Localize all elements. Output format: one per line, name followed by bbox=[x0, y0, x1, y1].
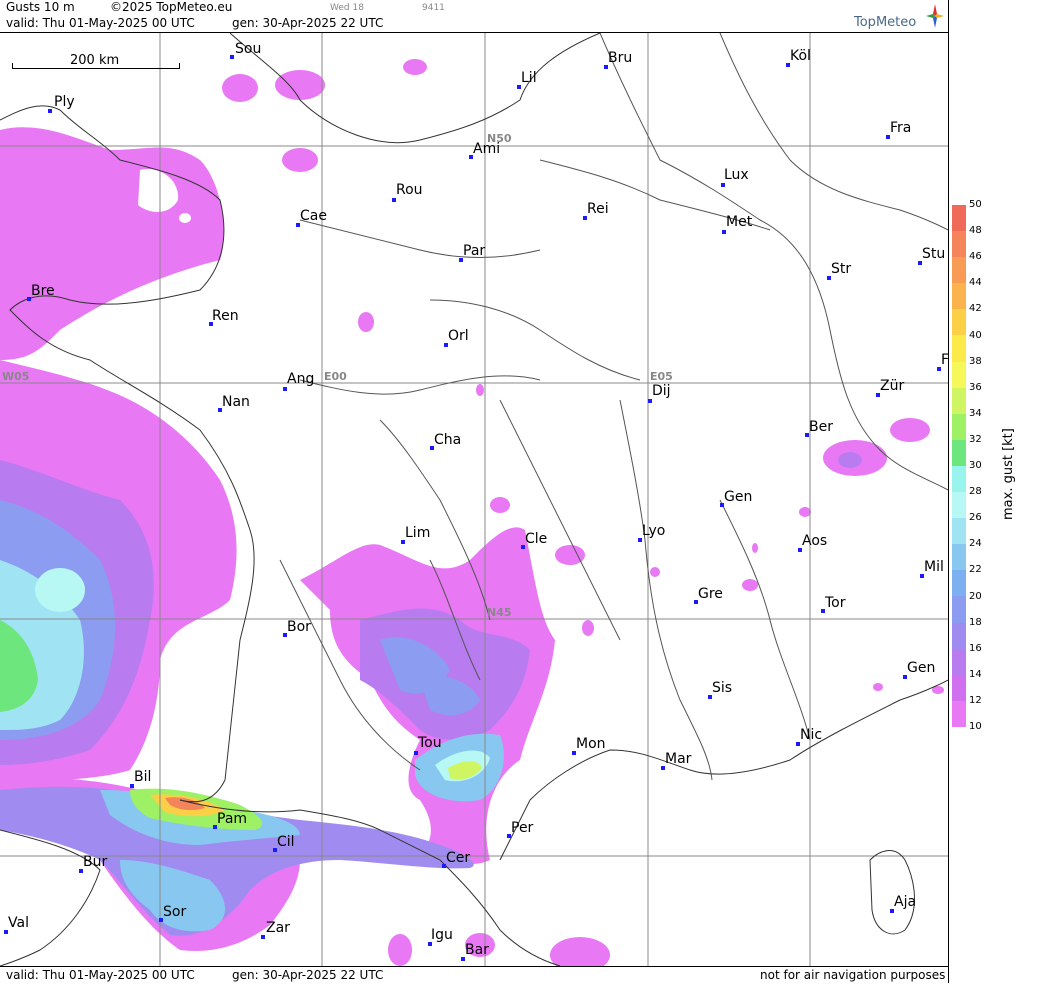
legend-tick-label: 40 bbox=[969, 329, 982, 341]
map-footer: valid: Thu 01-May-2025 00 UTC gen: 30-Ap… bbox=[0, 966, 948, 984]
map-header: Gusts 10 m ©2025 TopMeteo.eu valid: Thu … bbox=[0, 0, 948, 33]
legend-color-swatch bbox=[952, 309, 966, 336]
legend-color-swatch bbox=[952, 361, 966, 388]
valid-time: valid: Thu 01-May-2025 00 UTC bbox=[6, 16, 195, 30]
topmeteo-logo-icon bbox=[926, 4, 944, 28]
legend-tick-label: 12 bbox=[969, 694, 982, 706]
legend-color-swatch bbox=[952, 283, 966, 310]
footer-valid-time: valid: Thu 01-May-2025 00 UTC bbox=[6, 968, 195, 982]
legend-tick-label: 14 bbox=[969, 668, 982, 680]
legend-tick-label: 26 bbox=[969, 512, 982, 524]
legend-tick-label: 24 bbox=[969, 538, 982, 550]
legend-tick-label: 36 bbox=[969, 381, 982, 393]
legend-color-swatch bbox=[952, 700, 966, 727]
grid-label-w05: W05 bbox=[2, 370, 30, 383]
legend-color-swatch bbox=[952, 257, 966, 284]
scale-bar: 200 km bbox=[12, 53, 180, 69]
legend-color-swatch bbox=[952, 570, 966, 597]
legend-tick-label: 48 bbox=[969, 225, 982, 237]
legend-color-swatch bbox=[952, 439, 966, 466]
legend-title: max. gust [kt] bbox=[1001, 428, 1016, 520]
legend-tick-label: 38 bbox=[969, 355, 982, 367]
legend-tick-label: 20 bbox=[969, 590, 982, 602]
legend-tick-label: 22 bbox=[969, 564, 982, 576]
legend-color-swatch bbox=[952, 387, 966, 414]
brand-name: TopMeteo bbox=[854, 15, 917, 30]
legend-tick-label: 32 bbox=[969, 433, 982, 445]
legend-tick-label: 46 bbox=[969, 251, 982, 263]
gust-map: N50 N45 W05 E00 E05 200 km Sou Bru Köl P… bbox=[0, 33, 948, 966]
legend-tick-label: 28 bbox=[969, 486, 982, 498]
copyright-text: ©2025 TopMeteo.eu bbox=[110, 0, 233, 14]
run-id: 9411 bbox=[422, 3, 445, 13]
legend-tick-label: 50 bbox=[969, 199, 982, 210]
color-legend bbox=[952, 205, 966, 727]
product-title: Gusts 10 m bbox=[6, 0, 75, 14]
legend-color-swatch bbox=[952, 648, 966, 675]
scale-bar-label: 200 km bbox=[70, 53, 120, 68]
legend-color-swatch bbox=[952, 465, 966, 493]
run-day: Wed 18 bbox=[330, 3, 364, 13]
generated-time: gen: 30-Apr-2025 22 UTC bbox=[232, 16, 384, 30]
legend-tick-label: 44 bbox=[969, 277, 982, 289]
grid-label-n45: N45 bbox=[487, 606, 512, 619]
legend-tick-label: 18 bbox=[969, 616, 982, 628]
legend-color-swatch bbox=[952, 596, 966, 623]
legend-color-swatch bbox=[952, 413, 966, 440]
legend-color-swatch bbox=[952, 492, 966, 519]
footer-generated-time: gen: 30-Apr-2025 22 UTC bbox=[232, 968, 384, 982]
legend-color-swatch bbox=[952, 544, 966, 571]
legend-color-swatch bbox=[952, 231, 966, 258]
legend-tick-label: 34 bbox=[969, 407, 982, 419]
grid-label-e05: E05 bbox=[650, 370, 673, 383]
legend-color-swatch bbox=[952, 518, 966, 545]
legend-tick-label: 42 bbox=[969, 303, 982, 315]
legend-color-bar bbox=[952, 205, 966, 727]
legend-color-swatch bbox=[952, 205, 966, 232]
legend-color-swatch bbox=[952, 335, 966, 362]
legend-color-swatch bbox=[952, 622, 966, 649]
legend-panel: 50 48 46 44 42 40 38 36 34 32 30 28 26 24 22 20 18 16 14 12… bbox=[948, 0, 1039, 983]
legend-tick-label: 10 bbox=[969, 721, 982, 732]
legend-tick-label: 30 bbox=[969, 460, 982, 471]
map-canvas bbox=[0, 33, 948, 966]
legend-tick-label: 16 bbox=[969, 642, 982, 654]
grid-label-e00: E00 bbox=[324, 370, 347, 383]
disclaimer: not for air navigation purposes bbox=[760, 968, 946, 982]
legend-color-swatch bbox=[952, 674, 966, 701]
